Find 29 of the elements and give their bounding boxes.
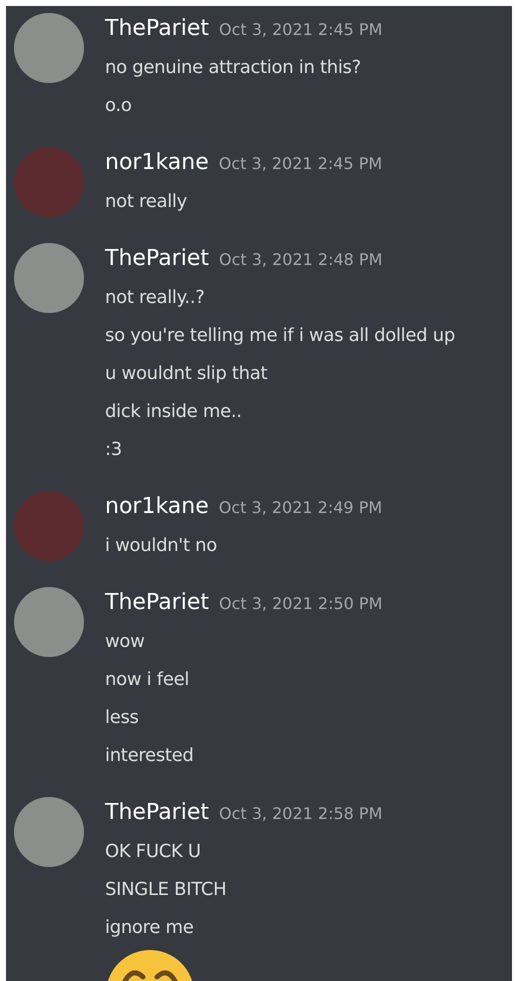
crying-face-icon [105,949,195,981]
timestamp: Oct 3, 2021 2:50 PM [219,593,382,615]
message-text: not really [105,190,187,214]
message-text: SINGLE BITCH [105,878,226,902]
timestamp: Oct 3, 2021 2:48 PM [219,249,382,271]
message-text: now i feel [105,668,190,692]
username[interactable]: ThePariet [105,794,209,832]
message-text: ignore me [105,916,194,940]
username[interactable]: ThePariet [105,10,209,48]
username[interactable]: nor1kane [105,144,209,182]
timestamp: Oct 3, 2021 2:45 PM [219,19,382,41]
message-text: OK FUCK U [105,840,201,864]
message-text: no genuine attraction in this? [105,56,361,80]
message-text: dick inside me.. [105,400,242,424]
message-text: interested [105,744,194,768]
message-text: wow [105,630,145,654]
username[interactable]: ThePariet [105,584,209,622]
username[interactable]: ThePariet [105,240,209,278]
username[interactable]: nor1kane [105,488,209,526]
timestamp: Oct 3, 2021 2:49 PM [218,497,382,519]
timestamp: Oct 3, 2021 2:58 PM [219,803,382,825]
message-text: o.o [105,94,132,118]
message-text: less [105,706,139,730]
message-text: not really..? [105,286,204,310]
message-text: :3 [105,438,122,462]
message-text: so you're telling me if i was all dolled up [105,324,455,348]
timestamp: Oct 3, 2021 2:45 PM [218,153,382,175]
message-text: i wouldn't no [105,534,217,558]
message-text: u wouldnt slip that [105,362,268,386]
